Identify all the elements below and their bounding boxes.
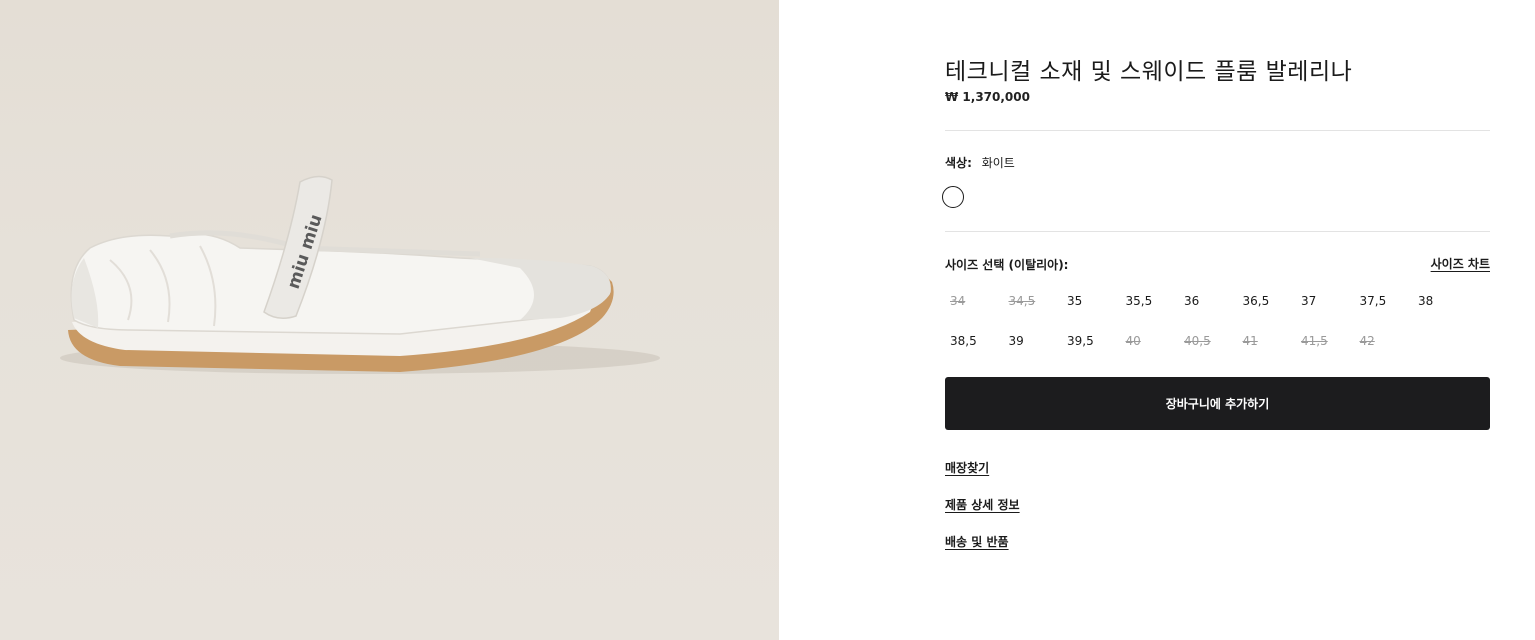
size-option[interactable]: 40,5 (1184, 326, 1234, 356)
size-option[interactable]: 34 (950, 286, 1000, 316)
size-chart-link[interactable]: 사이즈 차트 (1431, 255, 1490, 272)
product-details: 테크니컬 소재 및 스웨이드 플룸 발레리나 ₩ 1,370,000 색상: 화… (942, 0, 1490, 640)
color-swatch-white[interactable] (942, 186, 964, 208)
size-option[interactable]: 40 (1126, 326, 1176, 356)
size-option[interactable]: 41,5 (1301, 326, 1351, 356)
size-option[interactable]: 39,5 (1067, 326, 1117, 356)
size-option[interactable]: 37,5 (1360, 286, 1410, 316)
color-selection: 색상: 화이트 (945, 154, 1015, 171)
size-heading: 사이즈 선택 (이탈리아): (945, 258, 1069, 272)
size-option[interactable]: 39 (1009, 326, 1059, 356)
divider (945, 130, 1490, 131)
size-option[interactable]: 36,5 (1243, 286, 1293, 316)
shipping-returns-link[interactable]: 배송 및 반품 (945, 533, 1009, 550)
size-option[interactable]: 34,5 (1009, 286, 1059, 316)
size-option[interactable]: 42 (1360, 326, 1410, 356)
size-option[interactable]: 38,5 (950, 326, 1000, 356)
product-image: miu miu (0, 0, 779, 640)
size-option[interactable]: 35 (1067, 286, 1117, 316)
divider (945, 231, 1490, 232)
product-details-link[interactable]: 제품 상세 정보 (945, 496, 1020, 513)
product-page: miu miu 테크니컬 소재 및 스웨이드 플룸 발레리나 ₩ 1,370,0… (0, 0, 1535, 640)
color-label: 색상: (945, 156, 972, 170)
store-finder-link[interactable]: 매장찾기 (945, 459, 989, 476)
add-to-cart-button[interactable]: 장바구니에 추가하기 (945, 377, 1490, 430)
size-option[interactable]: 37 (1301, 286, 1351, 316)
size-option[interactable]: 38 (1418, 286, 1468, 316)
size-option[interactable]: 35,5 (1126, 286, 1176, 316)
product-title: 테크니컬 소재 및 스웨이드 플룸 발레리나 (945, 59, 1353, 85)
shoe-illustration: miu miu (60, 175, 660, 374)
size-option[interactable]: 41 (1243, 326, 1293, 356)
color-value: 화이트 (981, 156, 1015, 170)
size-option[interactable]: 36 (1184, 286, 1234, 316)
product-price: ₩ 1,370,000 (945, 90, 1030, 104)
